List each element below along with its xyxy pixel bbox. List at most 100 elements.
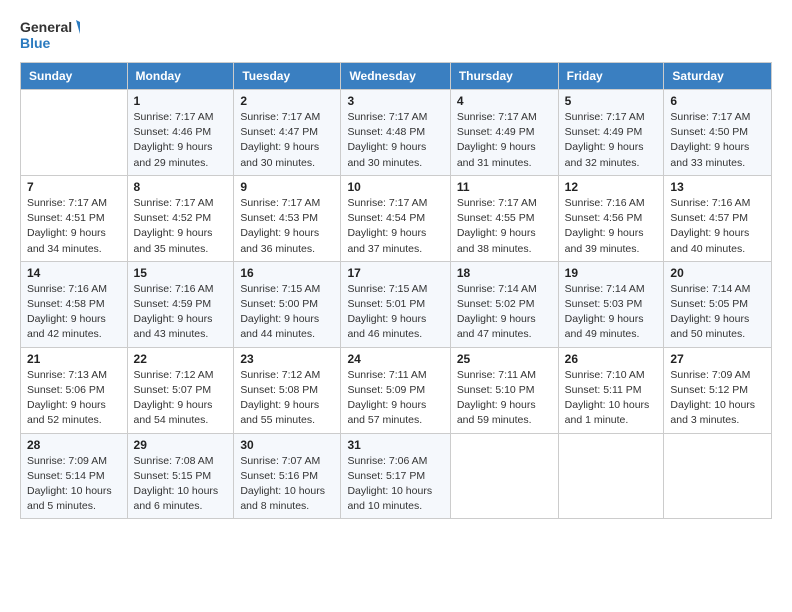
day-cell: 28 Sunrise: 7:09 AM Sunset: 5:14 PM Dayli… [21,433,128,519]
day-cell: 12Sunrise: 7:16 AM Sunset: 4:56 PM Dayli… [558,175,664,261]
day-detail: Sunrise: 7:16 AM Sunset: 4:56 PM Dayligh… [565,196,658,257]
day-number: 29 [134,438,228,452]
day-cell: 3Sunrise: 7:17 AM Sunset: 4:48 PM Daylig… [341,90,450,176]
day-cell: 20 Sunrise: 7:14 AM Sunset: 5:05 PM Dayli… [664,261,772,347]
svg-text:Blue: Blue [20,35,51,51]
weekday-header-saturday: Saturday [664,63,772,90]
day-cell: 11Sunrise: 7:17 AM Sunset: 4:55 PM Dayli… [450,175,558,261]
day-detail: Sunrise: 7:16 AM Sunset: 4:57 PM Dayligh… [670,196,765,257]
day-detail: Sunrise: 7:09 AM Sunset: 5:12 PM Dayligh… [670,368,765,429]
header: General Blue [20,16,772,52]
day-number: 22 [134,352,228,366]
day-cell: 2 Sunrise: 7:17 AM Sunset: 4:47 PM Daylig… [234,90,341,176]
day-cell: 23Sunrise: 7:12 AM Sunset: 5:08 PM Dayli… [234,347,341,433]
weekday-header-sunday: Sunday [21,63,128,90]
day-number: 16 [240,266,334,280]
day-detail: Sunrise: 7:14 AM Sunset: 5:05 PM Dayligh… [670,282,765,343]
day-number: 19 [565,266,658,280]
day-number: 26 [565,352,658,366]
day-cell: 19Sunrise: 7:14 AM Sunset: 5:03 PM Dayli… [558,261,664,347]
day-cell: 29 Sunrise: 7:08 AM Sunset: 5:15 PM Dayli… [127,433,234,519]
day-detail: Sunrise: 7:17 AM Sunset: 4:50 PM Dayligh… [670,110,765,171]
weekday-header-thursday: Thursday [450,63,558,90]
day-cell: 4 Sunrise: 7:17 AM Sunset: 4:49 PM Daylig… [450,90,558,176]
day-cell: 15 Sunrise: 7:16 AM Sunset: 4:59 PM Dayli… [127,261,234,347]
day-number: 5 [565,94,658,108]
day-number: 25 [457,352,552,366]
day-detail: Sunrise: 7:11 AM Sunset: 5:10 PM Dayligh… [457,368,552,429]
day-number: 4 [457,94,552,108]
calendar-table: SundayMondayTuesdayWednesdayThursdayFrid… [20,62,772,519]
day-detail: Sunrise: 7:09 AM Sunset: 5:14 PM Dayligh… [27,454,121,515]
day-cell: 24 Sunrise: 7:11 AM Sunset: 5:09 PM Dayli… [341,347,450,433]
day-cell: 21Sunrise: 7:13 AM Sunset: 5:06 PM Dayli… [21,347,128,433]
day-cell [664,433,772,519]
day-cell: 1Sunrise: 7:17 AM Sunset: 4:46 PM Daylig… [127,90,234,176]
day-cell: 10Sunrise: 7:17 AM Sunset: 4:54 PM Dayli… [341,175,450,261]
day-cell: 9 Sunrise: 7:17 AM Sunset: 4:53 PM Daylig… [234,175,341,261]
day-detail: Sunrise: 7:14 AM Sunset: 5:02 PM Dayligh… [457,282,552,343]
day-detail: Sunrise: 7:06 AM Sunset: 5:17 PM Dayligh… [347,454,443,515]
day-cell: 31 Sunrise: 7:06 AM Sunset: 5:17 PM Dayli… [341,433,450,519]
day-number: 31 [347,438,443,452]
logo-svg: General Blue [20,16,80,52]
day-cell: 5Sunrise: 7:17 AM Sunset: 4:49 PM Daylig… [558,90,664,176]
day-cell: 6 Sunrise: 7:17 AM Sunset: 4:50 PM Daylig… [664,90,772,176]
weekday-header-tuesday: Tuesday [234,63,341,90]
week-row-2: 7 Sunrise: 7:17 AM Sunset: 4:51 PM Daylig… [21,175,772,261]
weekday-header-friday: Friday [558,63,664,90]
day-detail: Sunrise: 7:16 AM Sunset: 4:58 PM Dayligh… [27,282,121,343]
day-detail: Sunrise: 7:17 AM Sunset: 4:47 PM Dayligh… [240,110,334,171]
day-detail: Sunrise: 7:17 AM Sunset: 4:54 PM Dayligh… [347,196,443,257]
day-cell: 7 Sunrise: 7:17 AM Sunset: 4:51 PM Daylig… [21,175,128,261]
day-number: 27 [670,352,765,366]
day-number: 2 [240,94,334,108]
day-detail: Sunrise: 7:17 AM Sunset: 4:49 PM Dayligh… [457,110,552,171]
day-cell [450,433,558,519]
day-detail: Sunrise: 7:15 AM Sunset: 5:00 PM Dayligh… [240,282,334,343]
svg-text:General: General [20,19,72,35]
page: General Blue SundayMondayTuesdayWednesda… [0,0,792,612]
day-number: 9 [240,180,334,194]
week-row-5: 28 Sunrise: 7:09 AM Sunset: 5:14 PM Dayli… [21,433,772,519]
calendar-header: SundayMondayTuesdayWednesdayThursdayFrid… [21,63,772,90]
calendar-body: 1Sunrise: 7:17 AM Sunset: 4:46 PM Daylig… [21,90,772,519]
day-number: 24 [347,352,443,366]
day-detail: Sunrise: 7:10 AM Sunset: 5:11 PM Dayligh… [565,368,658,429]
day-cell: 18 Sunrise: 7:14 AM Sunset: 5:02 PM Dayli… [450,261,558,347]
day-detail: Sunrise: 7:17 AM Sunset: 4:52 PM Dayligh… [134,196,228,257]
day-detail: Sunrise: 7:11 AM Sunset: 5:09 PM Dayligh… [347,368,443,429]
day-number: 28 [27,438,121,452]
day-number: 15 [134,266,228,280]
day-detail: Sunrise: 7:17 AM Sunset: 4:51 PM Dayligh… [27,196,121,257]
day-number: 20 [670,266,765,280]
day-detail: Sunrise: 7:16 AM Sunset: 4:59 PM Dayligh… [134,282,228,343]
week-row-1: 1Sunrise: 7:17 AM Sunset: 4:46 PM Daylig… [21,90,772,176]
day-number: 6 [670,94,765,108]
day-detail: Sunrise: 7:17 AM Sunset: 4:53 PM Dayligh… [240,196,334,257]
week-row-3: 14 Sunrise: 7:16 AM Sunset: 4:58 PM Dayli… [21,261,772,347]
day-cell: 14 Sunrise: 7:16 AM Sunset: 4:58 PM Dayli… [21,261,128,347]
day-number: 18 [457,266,552,280]
day-number: 8 [134,180,228,194]
day-number: 7 [27,180,121,194]
day-detail: Sunrise: 7:15 AM Sunset: 5:01 PM Dayligh… [347,282,443,343]
day-cell [558,433,664,519]
day-detail: Sunrise: 7:17 AM Sunset: 4:48 PM Dayligh… [347,110,443,171]
day-number: 14 [27,266,121,280]
day-detail: Sunrise: 7:12 AM Sunset: 5:08 PM Dayligh… [240,368,334,429]
day-cell: 22Sunrise: 7:12 AM Sunset: 5:07 PM Dayli… [127,347,234,433]
weekday-row: SundayMondayTuesdayWednesdayThursdayFrid… [21,63,772,90]
day-number: 1 [134,94,228,108]
day-cell: 27 Sunrise: 7:09 AM Sunset: 5:12 PM Dayli… [664,347,772,433]
day-number: 13 [670,180,765,194]
day-detail: Sunrise: 7:13 AM Sunset: 5:06 PM Dayligh… [27,368,121,429]
day-detail: Sunrise: 7:08 AM Sunset: 5:15 PM Dayligh… [134,454,228,515]
weekday-header-wednesday: Wednesday [341,63,450,90]
week-row-4: 21Sunrise: 7:13 AM Sunset: 5:06 PM Dayli… [21,347,772,433]
day-cell: 13 Sunrise: 7:16 AM Sunset: 4:57 PM Dayli… [664,175,772,261]
day-cell: 16 Sunrise: 7:15 AM Sunset: 5:00 PM Dayli… [234,261,341,347]
day-cell: 8 Sunrise: 7:17 AM Sunset: 4:52 PM Daylig… [127,175,234,261]
day-cell: 17Sunrise: 7:15 AM Sunset: 5:01 PM Dayli… [341,261,450,347]
day-detail: Sunrise: 7:07 AM Sunset: 5:16 PM Dayligh… [240,454,334,515]
